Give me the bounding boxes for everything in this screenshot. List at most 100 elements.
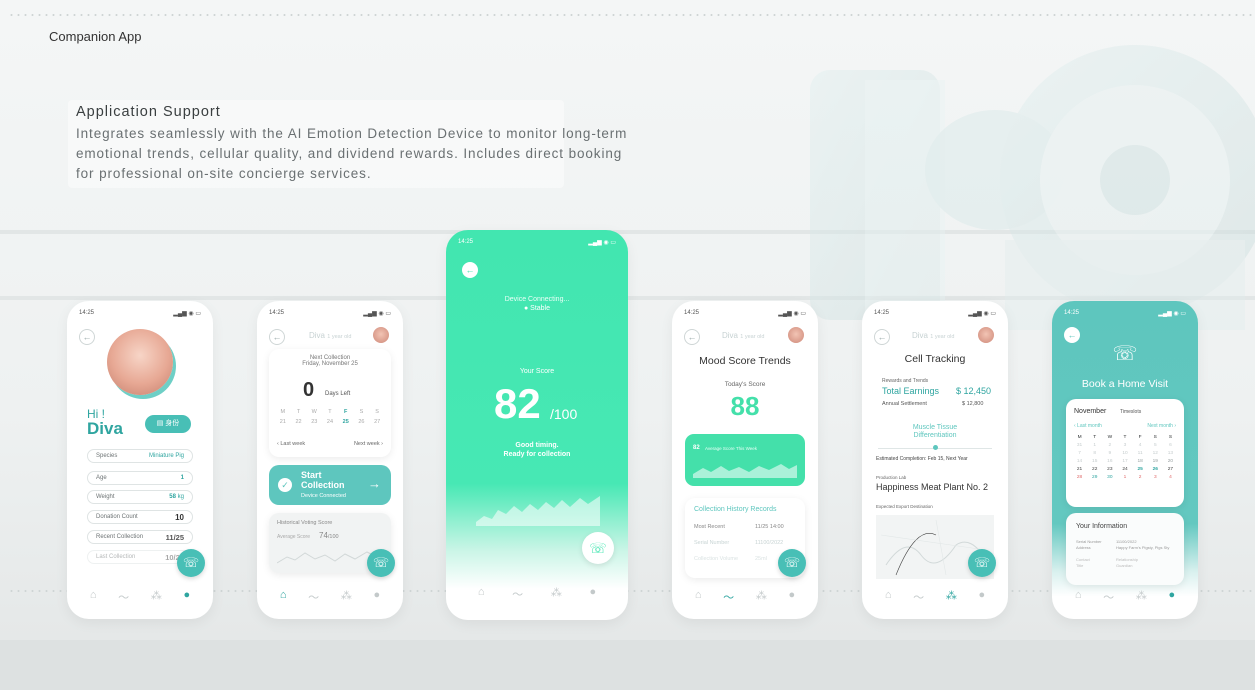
last-month-link[interactable]: ‹ Last month bbox=[1074, 423, 1102, 429]
calendar-day[interactable]: 15 bbox=[1087, 459, 1102, 464]
back-icon[interactable]: ← bbox=[684, 329, 700, 345]
calendar-day[interactable]: 28 bbox=[1072, 475, 1087, 480]
calendar-day[interactable]: 26 bbox=[1148, 467, 1163, 472]
calendar-day[interactable]: 1 bbox=[1117, 475, 1132, 480]
next-month-link[interactable]: Next month › bbox=[1147, 423, 1176, 429]
calendar-day[interactable]: 4 bbox=[1163, 475, 1178, 480]
cell-icon[interactable]: ⁂ bbox=[551, 586, 562, 602]
calendar-day[interactable]: 4 bbox=[1133, 443, 1148, 448]
cell-icon[interactable]: ⁂ bbox=[341, 589, 352, 605]
field-value: Miniature Pig bbox=[148, 453, 184, 459]
calendar-day[interactable]: 27 bbox=[1163, 467, 1178, 472]
id-badge-button[interactable]: ▤ 身份 bbox=[145, 415, 191, 433]
calendar-day[interactable]: 22 bbox=[1087, 467, 1102, 472]
weekday: S bbox=[1153, 435, 1157, 440]
date-cell[interactable]: 26 bbox=[354, 419, 370, 425]
trend-icon[interactable]: 〜 bbox=[512, 586, 523, 602]
field-species[interactable]: Species Miniature Pig bbox=[87, 449, 193, 463]
back-icon[interactable]: ← bbox=[874, 329, 890, 345]
last-week-link[interactable]: ‹ Last week bbox=[277, 441, 305, 447]
status-bar: 14:25 ▂▄▆ ◉ ▭ bbox=[458, 239, 616, 246]
calendar-day[interactable]: 3 bbox=[1117, 443, 1132, 448]
cell-icon[interactable]: ⁂ bbox=[1136, 589, 1147, 605]
call-button[interactable]: ☏ bbox=[778, 549, 806, 577]
date-cell[interactable]: 21 bbox=[275, 419, 291, 425]
trend-icon[interactable]: 〜 bbox=[723, 589, 734, 605]
calendar-day[interactable]: 20 bbox=[1163, 459, 1178, 464]
weekday: M bbox=[280, 409, 286, 415]
days-left-label: Days Left bbox=[325, 391, 351, 397]
call-button[interactable]: ☏ bbox=[582, 532, 614, 564]
back-icon[interactable]: ← bbox=[79, 329, 95, 345]
calendar-day[interactable]: 2 bbox=[1133, 475, 1148, 480]
cell-title: Cell Tracking bbox=[904, 353, 966, 365]
earnings-value: $ 12,450 bbox=[956, 386, 992, 396]
profile-icon[interactable]: ● bbox=[590, 586, 597, 602]
home-icon[interactable]: ⌂ bbox=[1075, 589, 1082, 605]
field-value: 10 bbox=[175, 512, 184, 522]
date-cell[interactable]: 23 bbox=[306, 419, 322, 425]
field-age[interactable]: Age 1 bbox=[87, 471, 193, 485]
back-icon[interactable]: ← bbox=[462, 262, 478, 278]
field-weight[interactable]: Weight 58 kg bbox=[87, 490, 193, 504]
calendar-day[interactable]: 16 bbox=[1102, 459, 1117, 464]
calendar-day[interactable]: 8 bbox=[1087, 451, 1102, 456]
home-icon[interactable]: ⌂ bbox=[885, 589, 892, 605]
trend-icon[interactable]: 〜 bbox=[913, 589, 924, 605]
calendar-day[interactable]: 12 bbox=[1148, 451, 1163, 456]
calendar-day[interactable]: 3 bbox=[1148, 475, 1163, 480]
calendar-day[interactable]: 13 bbox=[1163, 451, 1178, 456]
calendar-day[interactable]: 23 bbox=[1102, 467, 1117, 472]
calendar-day[interactable]: 17 bbox=[1117, 459, 1132, 464]
calendar-day[interactable]: 2 bbox=[1102, 443, 1117, 448]
calendar-day[interactable]: 18 bbox=[1133, 459, 1148, 464]
date-cell-selected[interactable]: 25 bbox=[338, 419, 354, 425]
call-button[interactable]: ☏ bbox=[968, 549, 996, 577]
profile-icon[interactable]: ● bbox=[979, 589, 986, 605]
next-week-link[interactable]: Next week › bbox=[354, 441, 383, 447]
profile-icon[interactable]: ● bbox=[789, 589, 796, 605]
trend-icon[interactable]: 〜 bbox=[308, 589, 319, 605]
calendar-day[interactable]: 21 bbox=[1072, 467, 1087, 472]
signal-icon: ▂▄▆ ◉ ▭ bbox=[173, 311, 201, 317]
calendar-day[interactable]: 7 bbox=[1072, 451, 1087, 456]
back-icon[interactable]: ← bbox=[269, 329, 285, 345]
call-button[interactable]: ☏ bbox=[367, 549, 395, 577]
calendar-day[interactable]: 6 bbox=[1163, 443, 1178, 448]
trend-icon[interactable]: 〜 bbox=[1103, 589, 1114, 605]
home-icon[interactable]: ⌂ bbox=[280, 589, 287, 605]
home-icon[interactable]: ⌂ bbox=[90, 589, 97, 605]
calendar-day[interactable]: 5 bbox=[1148, 443, 1163, 448]
date-cell[interactable]: 22 bbox=[291, 419, 307, 425]
calendar-day[interactable]: 30 bbox=[1102, 475, 1117, 480]
support-description: Integrates seamlessly with the AI Emotio… bbox=[76, 124, 716, 184]
calendar-day[interactable]: 9 bbox=[1102, 451, 1117, 456]
call-button[interactable]: ☏ bbox=[177, 549, 205, 577]
calendar-day[interactable]: 14 bbox=[1072, 459, 1087, 464]
cell-icon[interactable]: ⁂ bbox=[946, 589, 957, 605]
profile-icon[interactable]: ● bbox=[1169, 589, 1176, 605]
start-collection-button[interactable]: ✓ Start Collection Device Connected → bbox=[269, 465, 391, 505]
calendar-day[interactable]: 31 bbox=[1072, 443, 1087, 448]
weekday: S bbox=[375, 409, 379, 415]
field-label: Weight bbox=[96, 494, 115, 500]
date-cell[interactable]: 24 bbox=[322, 419, 338, 425]
profile-icon[interactable]: ● bbox=[184, 589, 191, 605]
calendar-day[interactable]: 1 bbox=[1087, 443, 1102, 448]
home-icon[interactable]: ⌂ bbox=[695, 589, 702, 605]
date-cell[interactable]: 27 bbox=[369, 419, 385, 425]
calendar-day[interactable]: 10 bbox=[1117, 451, 1132, 456]
calendar-day[interactable]: 11 bbox=[1133, 451, 1148, 456]
score-label: Your Score bbox=[519, 368, 555, 375]
calendar-day[interactable]: 19 bbox=[1148, 459, 1163, 464]
cell-icon[interactable]: ⁂ bbox=[756, 589, 767, 605]
calendar-day[interactable]: 25 bbox=[1133, 467, 1148, 472]
history-value: 11100/2022 bbox=[755, 540, 784, 546]
cell-icon[interactable]: ⁂ bbox=[151, 589, 162, 605]
status-bar: 14:25 ▂▄▆ ◉ ▭ bbox=[269, 310, 391, 317]
calendar-day[interactable]: 29 bbox=[1087, 475, 1102, 480]
profile-icon[interactable]: ● bbox=[374, 589, 381, 605]
calendar-day[interactable]: 24 bbox=[1117, 467, 1132, 472]
home-icon[interactable]: ⌂ bbox=[478, 586, 485, 602]
trend-icon[interactable]: 〜 bbox=[118, 589, 129, 605]
